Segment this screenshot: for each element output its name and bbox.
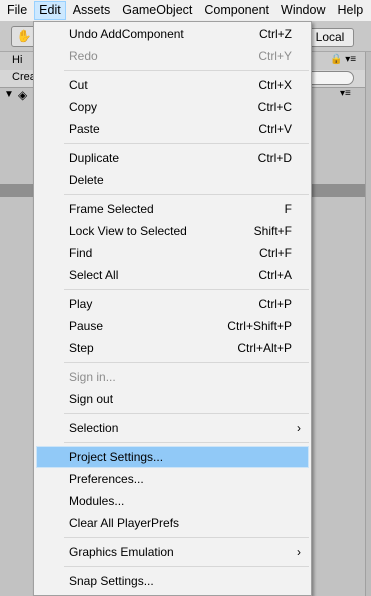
menu-item-duplicate[interactable]: Duplicate Ctrl+D (36, 147, 309, 169)
menu-item-label: Copy (69, 100, 98, 114)
menu-item-find[interactable]: Find Ctrl+F (36, 242, 309, 264)
menu-item-frame-selected[interactable]: Frame Selected F (36, 198, 309, 220)
menu-item-project-settings[interactable]: Project Settings... (36, 446, 309, 468)
menu-item-shortcut: Ctrl+C (257, 100, 292, 114)
menu-separator (64, 70, 309, 71)
menu-item-undo[interactable]: Undo AddComponent Ctrl+Z (36, 23, 309, 45)
menu-item-label: Lock View to Selected (69, 224, 187, 238)
menu-item-label: Graphics Emulation (69, 545, 174, 559)
menu-item-shortcut: Ctrl+V (258, 122, 292, 136)
menu-item-label: Modules... (69, 494, 125, 508)
menu-item-modules[interactable]: Modules... (36, 490, 309, 512)
menu-item-label: Delete (69, 173, 104, 187)
menu-separator (64, 413, 309, 414)
menu-assets[interactable]: Assets (68, 1, 116, 20)
menu-item-clear-playerprefs[interactable]: Clear All PlayerPrefs (36, 512, 309, 534)
menu-separator (64, 289, 309, 290)
menu-separator (64, 442, 309, 443)
menu-item-label: Snap Settings... (69, 574, 154, 588)
menu-item-label: Duplicate (69, 151, 120, 165)
panel-edge (365, 52, 371, 596)
menu-window[interactable]: Window (276, 1, 330, 20)
menu-component[interactable]: Component (199, 1, 274, 20)
menu-item-shortcut: Ctrl+Z (259, 27, 292, 41)
menu-item-shortcut: Shift+F (253, 224, 292, 238)
menu-help[interactable]: Help (332, 1, 368, 20)
menu-item-shortcut: Ctrl+Alt+P (237, 341, 292, 355)
unity-scene-icon: ◈ (18, 88, 28, 102)
menu-item-cut[interactable]: Cut Ctrl+X (36, 74, 309, 96)
menu-item-copy[interactable]: Copy Ctrl+C (36, 96, 309, 118)
menu-item-shortcut: Ctrl+Shift+P (227, 319, 292, 333)
menu-item-sign-out[interactable]: Sign out (36, 388, 309, 410)
menu-item-label: Frame Selected (69, 202, 154, 216)
hierarchy-tab-label: Hi (12, 54, 23, 66)
menu-item-preferences[interactable]: Preferences... (36, 468, 309, 490)
menu-item-paste[interactable]: Paste Ctrl+V (36, 118, 309, 140)
scene-options-icon[interactable]: ▾≡ (340, 88, 351, 99)
edit-menu-dropdown: Undo AddComponent Ctrl+Z Redo Ctrl+Y Cut… (33, 21, 312, 596)
menu-item-shortcut: F (284, 202, 292, 216)
menu-item-lock-view[interactable]: Lock View to Selected Shift+F (36, 220, 309, 242)
menu-item-selection[interactable]: Selection › (36, 417, 309, 439)
menu-item-label: Find (69, 246, 93, 260)
menu-item-shortcut: Ctrl+D (257, 151, 292, 165)
menu-item-shortcut: Ctrl+Y (258, 49, 292, 63)
menu-item-label: Cut (69, 78, 88, 92)
menu-item-label: Select All (69, 268, 119, 282)
menu-item-graphics-emulation[interactable]: Graphics Emulation › (36, 541, 309, 563)
menu-item-label: Pause (69, 319, 104, 333)
menu-item-pause[interactable]: Pause Ctrl+Shift+P (36, 315, 309, 337)
menu-item-label: Paste (69, 122, 100, 136)
menu-item-label: Selection (69, 421, 119, 435)
menu-file[interactable]: File (2, 1, 32, 20)
menu-separator (64, 194, 309, 195)
menu-item-label: Project Settings... (69, 450, 164, 464)
expand-triangle-icon[interactable]: ▼ (4, 89, 14, 100)
menu-gameobject[interactable]: GameObject (117, 1, 197, 20)
menu-item-step[interactable]: Step Ctrl+Alt+P (36, 337, 309, 359)
menu-item-play[interactable]: Play Ctrl+P (36, 293, 309, 315)
menu-separator (64, 143, 309, 144)
menu-item-label: Preferences... (69, 472, 144, 486)
menu-item-sign-in: Sign in... (36, 366, 309, 388)
menu-item-label: Step (69, 341, 94, 355)
menu-item-label: Sign in... (69, 370, 116, 384)
menu-separator (64, 537, 309, 538)
menu-item-label: Sign out (69, 392, 114, 406)
menu-item-select-all[interactable]: Select All Ctrl+A (36, 264, 309, 286)
lock-icon[interactable]: 🔒 ▾≡ (330, 54, 356, 65)
menu-item-label: Clear All PlayerPrefs (69, 516, 180, 530)
menu-item-shortcut: Ctrl+X (258, 78, 292, 92)
local-toggle-button[interactable]: Local (306, 28, 354, 47)
menu-separator (64, 566, 309, 567)
menu-item-shortcut: Ctrl+F (259, 246, 292, 260)
submenu-arrow-icon: › (297, 545, 301, 559)
menu-item-snap-settings[interactable]: Snap Settings... (36, 570, 309, 592)
menu-item-delete[interactable]: Delete (36, 169, 309, 191)
menu-edit[interactable]: Edit (34, 1, 66, 20)
menu-bar: File Edit Assets GameObject Component Wi… (0, 0, 371, 22)
menu-item-redo: Redo Ctrl+Y (36, 45, 309, 67)
menu-item-shortcut: Ctrl+A (258, 268, 292, 282)
menu-separator (64, 362, 309, 363)
submenu-arrow-icon: › (297, 421, 301, 435)
menu-item-label: Undo AddComponent (69, 27, 184, 41)
menu-item-label: Redo (69, 49, 98, 63)
menu-item-label: Play (69, 297, 93, 311)
menu-item-shortcut: Ctrl+P (258, 297, 292, 311)
